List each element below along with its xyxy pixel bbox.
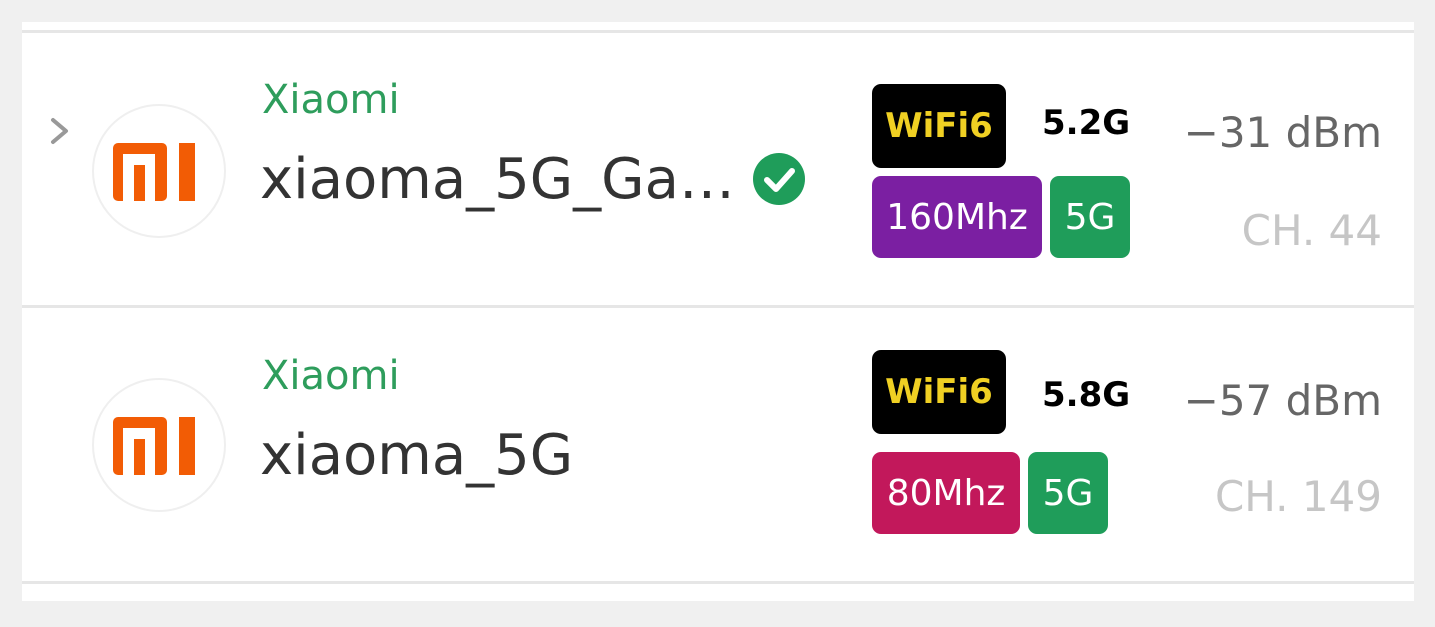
xiaomi-logo bbox=[92, 378, 226, 512]
divider bbox=[22, 30, 1414, 33]
wifi-standard-badge: WiFi6 bbox=[872, 84, 1006, 168]
network-row[interactable]: Xiaomi xiaoma_5G WiFi6 5.8G 80Mhz 5G −57… bbox=[22, 310, 1414, 580]
channel-label: CH. 149 bbox=[1214, 472, 1382, 521]
signal-strength: −57 dBm bbox=[1183, 376, 1382, 425]
channel-label: CH. 44 bbox=[1241, 206, 1382, 255]
wifi-standard-badge: WiFi6 bbox=[872, 350, 1006, 434]
network-row[interactable]: Xiaomi xiaoma_5G_Ga… WiFi6 5.2G 160Mhz 5… bbox=[22, 34, 1414, 304]
bandwidth-badge: 80Mhz bbox=[872, 452, 1020, 534]
divider bbox=[22, 581, 1414, 584]
network-ssid: xiaoma_5G_Ga… bbox=[260, 147, 735, 212]
connected-check-icon bbox=[753, 153, 805, 205]
band-badge: 5G bbox=[1028, 452, 1108, 534]
chevron-right-icon[interactable] bbox=[42, 114, 76, 148]
band-badge: 5G bbox=[1050, 176, 1130, 258]
xiaomi-logo bbox=[92, 104, 226, 238]
vendor-name: Xiaomi bbox=[262, 353, 400, 399]
frequency-label: 5.8G bbox=[1042, 375, 1131, 415]
frequency-label: 5.2G bbox=[1042, 103, 1131, 143]
network-ssid: xiaoma_5G bbox=[260, 423, 574, 488]
divider bbox=[22, 305, 1414, 308]
bandwidth-badge: 160Mhz bbox=[872, 176, 1042, 258]
signal-strength: −31 dBm bbox=[1183, 108, 1382, 157]
vendor-name: Xiaomi bbox=[262, 77, 400, 123]
